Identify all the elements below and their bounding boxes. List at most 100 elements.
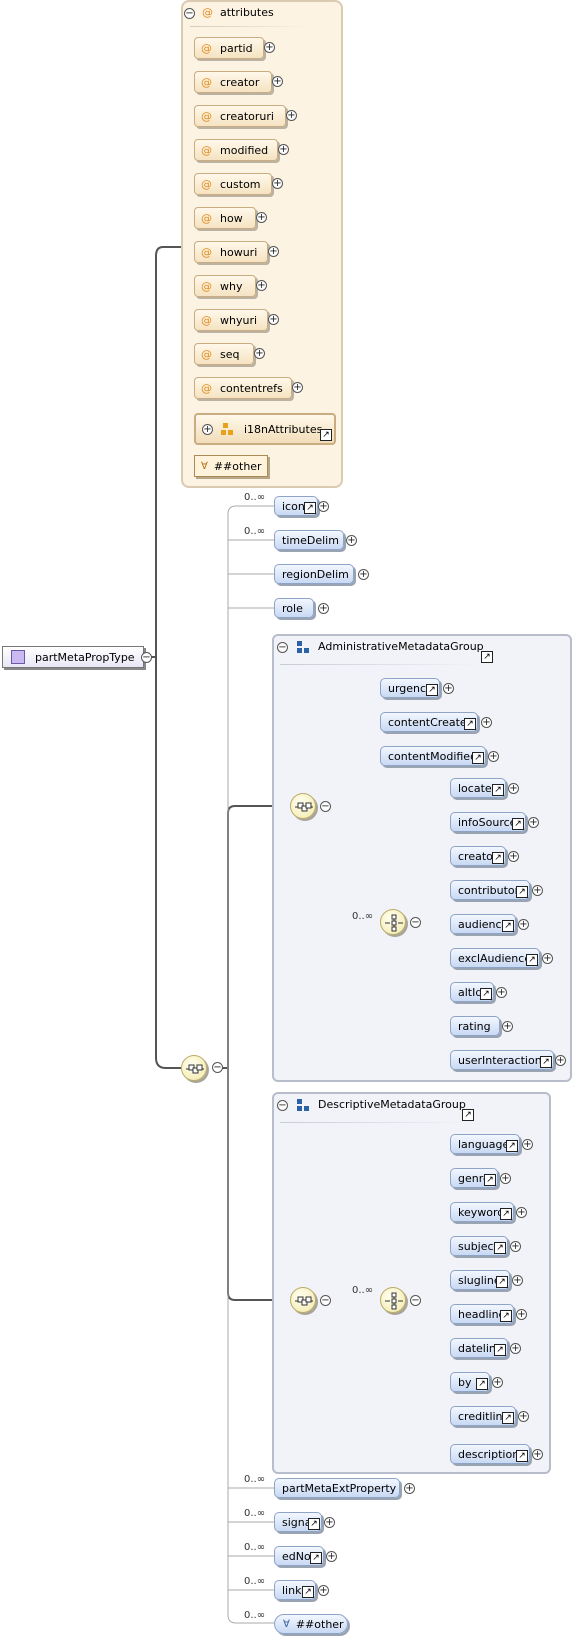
expand-icon[interactable]: + (488, 751, 499, 762)
element-box[interactable]: headline ↗ (450, 1304, 514, 1324)
expand-icon[interactable]: + (508, 851, 519, 862)
element-box[interactable]: description ↗ (450, 1444, 530, 1464)
element-box[interactable]: contentModified ↗ (380, 746, 486, 766)
any-element-box[interactable]: ∀ ##other (274, 1614, 348, 1634)
element-box[interactable]: keyword ↗ (450, 1202, 514, 1222)
expand-icon[interactable]: + (510, 1343, 521, 1354)
expand-icon[interactable]: + (518, 919, 529, 930)
sequence-compositor-icon[interactable] (290, 793, 316, 819)
sequence-compositor-icon[interactable] (181, 1055, 207, 1081)
root-type-box[interactable]: partMetaPropType (2, 646, 144, 668)
attribute-box[interactable]: @ creator (194, 71, 272, 93)
attribute-box[interactable]: @ seq (194, 343, 254, 365)
element-box[interactable]: rating (450, 1016, 500, 1036)
attribute-box[interactable]: @ partid (194, 37, 264, 59)
element-box[interactable]: link ↗ (274, 1580, 316, 1600)
element-box[interactable]: partMetaExtProperty (274, 1478, 400, 1498)
expand-icon[interactable]: + (542, 953, 553, 964)
element-box[interactable]: subject ↗ (450, 1236, 508, 1256)
expand-icon[interactable]: + (443, 683, 454, 694)
expand-icon[interactable]: + (268, 246, 279, 257)
attribute-box[interactable]: @ how (194, 207, 256, 229)
expand-icon[interactable]: + (532, 1449, 543, 1460)
expand-icon[interactable]: + (512, 1275, 523, 1286)
expand-icon[interactable]: + (492, 1377, 503, 1388)
element-box[interactable]: regionDelim (274, 564, 354, 584)
expand-icon[interactable]: + (254, 348, 265, 359)
expand-icon[interactable]: + (496, 987, 507, 998)
expand-icon[interactable]: + (508, 783, 519, 794)
element-box[interactable]: exclAudience ↗ (450, 948, 540, 968)
collapse-icon[interactable]: − (320, 1295, 331, 1306)
expand-icon[interactable]: + (318, 1585, 329, 1596)
expand-icon[interactable]: + (268, 314, 279, 325)
element-box[interactable]: timeDelim (274, 530, 344, 550)
expand-icon[interactable]: + (318, 501, 329, 512)
expand-icon[interactable]: + (481, 717, 492, 728)
expand-icon[interactable]: + (264, 42, 275, 53)
attribute-box[interactable]: @ modified (194, 139, 278, 161)
element-box[interactable]: contributor ↗ (450, 880, 530, 900)
expand-icon[interactable]: + (278, 144, 289, 155)
expand-icon[interactable]: + (502, 1021, 513, 1032)
element-box[interactable]: creditline ↗ (450, 1406, 516, 1426)
element-box[interactable]: language ↗ (450, 1134, 520, 1154)
element-box[interactable]: urgency ↗ (380, 678, 440, 698)
any-attribute-box[interactable]: ∀ ##other (194, 455, 268, 477)
expand-icon[interactable]: + (532, 885, 543, 896)
attribute-box[interactable]: @ custom (194, 173, 272, 195)
expand-icon[interactable]: + (516, 1309, 527, 1320)
attribute-box[interactable]: @ whyuri (194, 309, 268, 331)
element-box[interactable]: audience ↗ (450, 914, 516, 934)
expand-icon[interactable]: + (510, 1241, 521, 1252)
choice-compositor-icon[interactable] (380, 909, 406, 935)
expand-icon[interactable]: + (202, 423, 213, 435)
collapse-icon[interactable]: − (410, 1295, 421, 1306)
element-box[interactable]: contentCreated ↗ (380, 712, 478, 732)
expand-icon[interactable]: + (256, 212, 267, 223)
element-box[interactable]: userInteraction ↗ (450, 1050, 554, 1070)
attribute-box[interactable]: @ howuri (194, 241, 268, 263)
expand-icon[interactable]: + (256, 280, 267, 291)
collapse-icon[interactable]: − (141, 652, 152, 663)
element-box[interactable]: creator ↗ (450, 846, 506, 866)
expand-icon[interactable]: + (292, 382, 303, 393)
expand-icon[interactable]: + (555, 1055, 566, 1066)
expand-icon[interactable]: + (528, 817, 539, 828)
collapse-icon[interactable]: − (277, 642, 288, 653)
sequence-compositor-icon[interactable] (290, 1287, 316, 1313)
expand-icon[interactable]: + (522, 1139, 533, 1150)
collapse-icon[interactable]: − (212, 1062, 223, 1073)
element-box[interactable]: signal ↗ (274, 1512, 322, 1532)
element-box[interactable]: dateline ↗ (450, 1338, 508, 1358)
element-box[interactable]: altId ↗ (450, 982, 494, 1002)
attribute-box[interactable]: @ creatoruri (194, 105, 286, 127)
collapse-icon[interactable]: − (410, 917, 421, 928)
expand-icon[interactable]: + (358, 569, 369, 580)
collapse-icon[interactable]: − (320, 801, 331, 812)
attribute-group-box[interactable]: + i18nAttributes ↗ (194, 413, 336, 445)
element-box[interactable]: by ↗ (450, 1372, 490, 1392)
element-box[interactable]: icon ↗ (274, 496, 318, 516)
expand-icon[interactable]: + (272, 178, 283, 189)
expand-icon[interactable]: + (518, 1411, 529, 1422)
collapse-icon[interactable]: − (277, 1100, 288, 1111)
element-box[interactable]: located ↗ (450, 778, 506, 798)
attribute-box[interactable]: @ why (194, 275, 256, 297)
element-box[interactable]: infoSource ↗ (450, 812, 526, 832)
expand-icon[interactable]: + (516, 1207, 527, 1218)
element-box[interactable]: genre ↗ (450, 1168, 498, 1188)
expand-icon[interactable]: + (326, 1551, 337, 1562)
element-box[interactable]: role (274, 598, 314, 618)
expand-icon[interactable]: + (346, 535, 357, 546)
attribute-box[interactable]: @ contentrefs (194, 377, 292, 399)
expand-icon[interactable]: + (324, 1517, 335, 1528)
expand-icon[interactable]: + (318, 603, 329, 614)
expand-icon[interactable]: + (272, 76, 283, 87)
element-box[interactable]: slugline ↗ (450, 1270, 510, 1290)
expand-icon[interactable]: + (286, 110, 297, 121)
expand-icon[interactable]: + (404, 1483, 415, 1494)
collapse-icon[interactable]: − (184, 8, 195, 19)
choice-compositor-icon[interactable] (380, 1287, 406, 1313)
element-box[interactable]: edNote ↗ (274, 1546, 324, 1566)
